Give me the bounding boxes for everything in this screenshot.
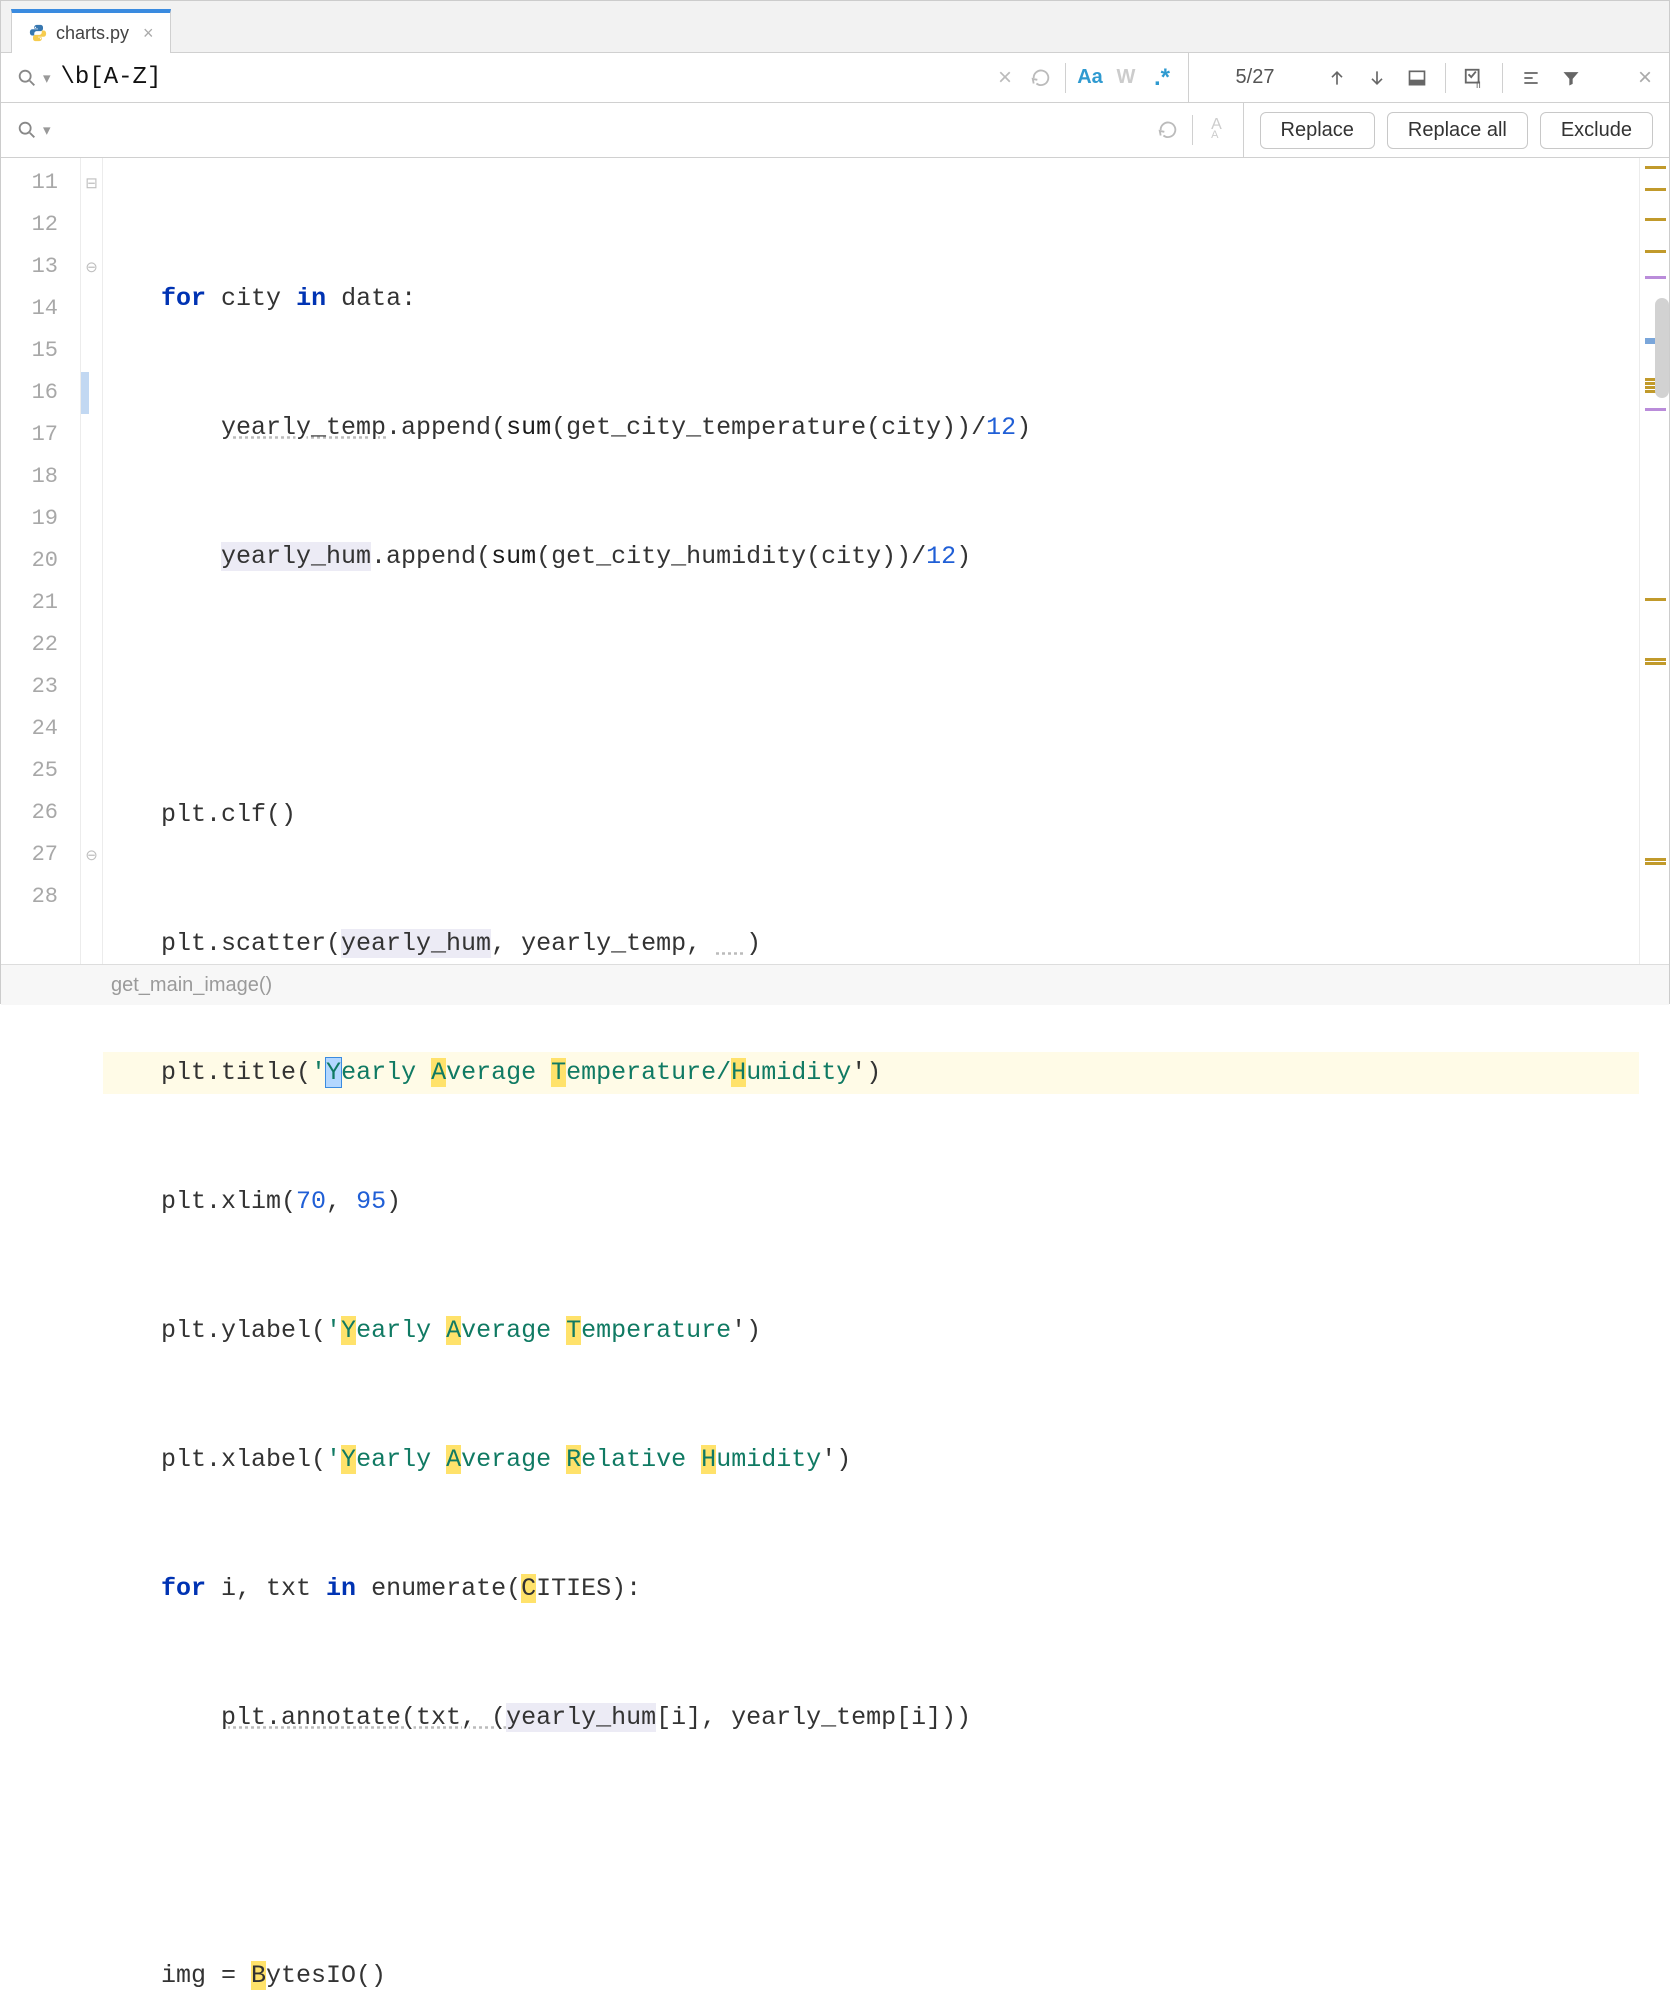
match-case-toggle[interactable]: Aa bbox=[1072, 60, 1108, 96]
marker-bar[interactable] bbox=[1639, 158, 1669, 964]
line-number: 22 bbox=[1, 624, 80, 666]
line-number: 18 bbox=[1, 456, 80, 498]
prev-match-icon[interactable] bbox=[1319, 60, 1355, 96]
gutter: 11 12 13 14 15 16 17 18 19 20 21 22 23 2… bbox=[1, 158, 81, 964]
line-number: 14 bbox=[1, 288, 80, 330]
code-line[interactable]: for i, txt in enumerate(CITIES): bbox=[103, 1568, 1639, 1610]
code-line[interactable] bbox=[103, 665, 1639, 707]
history-icon[interactable] bbox=[1023, 60, 1059, 96]
search-icon[interactable] bbox=[9, 60, 45, 96]
line-number: 28 bbox=[1, 876, 80, 918]
close-find-bar-icon[interactable]: × bbox=[1627, 60, 1663, 96]
code-line-current[interactable]: plt.title('Yearly Average Temperature/Hu… bbox=[103, 1052, 1639, 1094]
editor: 11 12 13 14 15 16 17 18 19 20 21 22 23 2… bbox=[1, 158, 1669, 964]
replace-button[interactable]: Replace bbox=[1260, 112, 1375, 149]
replace-all-button[interactable]: Replace all bbox=[1387, 112, 1528, 149]
code-line[interactable]: plt.scatter(yearly_hum, yearly_temp, ) bbox=[103, 923, 1639, 965]
line-number: 11 bbox=[1, 162, 80, 204]
line-number: 25 bbox=[1, 750, 80, 792]
line-number: 23 bbox=[1, 666, 80, 708]
code-line[interactable]: yearly_temp.append(sum(get_city_temperat… bbox=[103, 407, 1639, 449]
python-file-icon bbox=[28, 23, 48, 43]
line-number: 20 bbox=[1, 540, 80, 582]
line-number: 16 bbox=[1, 372, 80, 414]
tab-filename: charts.py bbox=[56, 23, 129, 44]
exclude-button[interactable]: Exclude bbox=[1540, 112, 1653, 149]
search-input[interactable] bbox=[55, 60, 987, 96]
fold-handle-icon[interactable]: ⊖ bbox=[81, 246, 102, 288]
find-bar: ▾ × Aa W .* 5/27 II × bbox=[1, 53, 1669, 103]
line-number: 15 bbox=[1, 330, 80, 372]
line-number: 17 bbox=[1, 414, 80, 456]
line-number: 12 bbox=[1, 204, 80, 246]
close-tab-icon[interactable]: × bbox=[143, 23, 154, 44]
line-number: 26 bbox=[1, 792, 80, 834]
code-line[interactable]: img = BytesIO() bbox=[103, 1955, 1639, 1997]
open-in-tool-window-icon[interactable] bbox=[1399, 60, 1435, 96]
show-filter-icon[interactable] bbox=[1513, 60, 1549, 96]
code-area[interactable]: for city in data: yearly_temp.append(sum… bbox=[103, 158, 1639, 964]
code-line[interactable]: plt.annotate(txt, (yearly_hum[i], yearly… bbox=[103, 1697, 1639, 1739]
tab-bar: charts.py × bbox=[1, 1, 1669, 53]
replace-search-icon[interactable] bbox=[9, 112, 45, 148]
fold-column: ⊟ ⊖ ⊖ bbox=[81, 158, 103, 964]
fold-handle-icon[interactable]: ⊟ bbox=[81, 162, 102, 204]
code-line[interactable]: yearly_hum.append(sum(get_city_humidity(… bbox=[103, 536, 1639, 578]
line-number: 27 bbox=[1, 834, 80, 876]
code-line[interactable] bbox=[103, 1826, 1639, 1868]
replace-history-icon[interactable] bbox=[1150, 112, 1186, 148]
regex-toggle[interactable]: .* bbox=[1144, 60, 1180, 96]
fold-handle-icon[interactable]: ⊖ bbox=[81, 834, 102, 876]
scrollbar-thumb[interactable] bbox=[1655, 298, 1669, 398]
preserve-case-icon[interactable]: AA bbox=[1199, 112, 1235, 148]
code-line[interactable]: plt.xlabel('Yearly Average Relative Humi… bbox=[103, 1439, 1639, 1481]
clear-search-icon[interactable]: × bbox=[987, 60, 1023, 96]
whole-word-toggle[interactable]: W bbox=[1108, 60, 1144, 96]
file-tab[interactable]: charts.py × bbox=[11, 9, 171, 53]
line-number: 19 bbox=[1, 498, 80, 540]
code-line[interactable]: plt.ylabel('Yearly Average Temperature') bbox=[103, 1310, 1639, 1352]
replace-input[interactable] bbox=[55, 112, 1150, 148]
line-number: 13 bbox=[1, 246, 80, 288]
match-counter: 5/27 bbox=[1195, 66, 1315, 89]
line-number: 21 bbox=[1, 582, 80, 624]
replace-bar: ▾ AA Replace Replace all Exclude bbox=[1, 103, 1669, 158]
code-line[interactable]: plt.xlim(70, 95) bbox=[103, 1181, 1639, 1223]
svg-text:II: II bbox=[1476, 80, 1481, 89]
line-number: 24 bbox=[1, 708, 80, 750]
code-line[interactable]: for city in data: bbox=[103, 278, 1639, 320]
code-line[interactable]: plt.clf() bbox=[103, 794, 1639, 836]
select-all-occurrences-icon[interactable]: II bbox=[1456, 60, 1492, 96]
next-match-icon[interactable] bbox=[1359, 60, 1395, 96]
filter-icon[interactable] bbox=[1553, 60, 1589, 96]
